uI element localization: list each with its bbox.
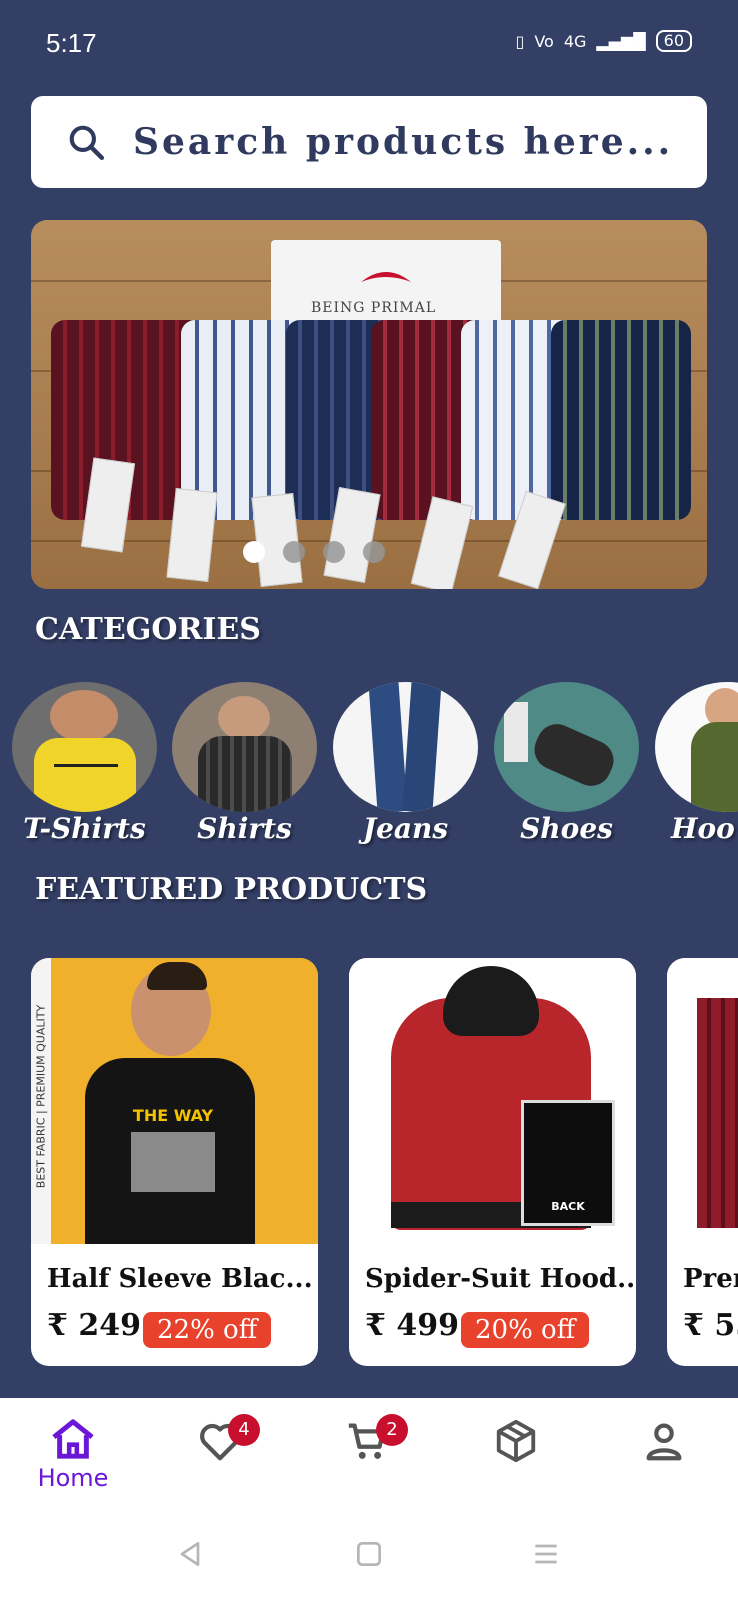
home-icon bbox=[52, 1419, 94, 1459]
category-label: T-Shirts bbox=[23, 812, 146, 845]
banner-shirt bbox=[551, 320, 691, 520]
category-image bbox=[12, 682, 157, 812]
back-icon[interactable] bbox=[174, 1538, 206, 1570]
search-input[interactable] bbox=[133, 121, 693, 163]
category-image bbox=[494, 682, 639, 812]
status-time: 5:17 bbox=[46, 28, 97, 58]
search-icon bbox=[69, 125, 105, 161]
vibrate-icon: ▯ bbox=[515, 31, 525, 51]
product-graphic-text: THE WAY bbox=[132, 1106, 214, 1125]
status-icons: ▯ Vo 4G ▂▄▆█ 60 bbox=[516, 30, 692, 52]
featured-products-list[interactable]: BEST FABRIC | PREMIUM QUALITY THE WAY Ha… bbox=[31, 958, 738, 1366]
nav-home[interactable]: Home bbox=[23, 1418, 123, 1492]
menu-icon[interactable] bbox=[530, 1538, 562, 1570]
category-image bbox=[333, 682, 478, 812]
categories-title: CATEGORIES bbox=[35, 612, 261, 647]
category-shoes[interactable]: Shoes bbox=[494, 682, 639, 845]
signal-icon: ▂▄▆█ bbox=[596, 31, 646, 51]
nav-wishlist[interactable]: 4 bbox=[170, 1414, 270, 1464]
carousel-dot-active[interactable] bbox=[243, 541, 265, 563]
product-card[interactable]: Pren ₹ 55 bbox=[667, 958, 738, 1366]
nav-profile[interactable] bbox=[614, 1418, 714, 1464]
nav-orders[interactable] bbox=[466, 1418, 566, 1464]
category-image bbox=[172, 682, 317, 812]
category-jeans[interactable]: Jeans bbox=[333, 682, 478, 845]
product-price: ₹ 55 bbox=[683, 1308, 738, 1343]
product-image: BACK bbox=[349, 958, 636, 1244]
category-label: Hoo bbox=[671, 812, 735, 845]
profile-icon bbox=[646, 1423, 682, 1461]
product-name: Pren bbox=[683, 1264, 738, 1294]
category-label: Shirts bbox=[197, 812, 292, 845]
category-label: Jeans bbox=[362, 812, 449, 845]
wishlist-count-badge: 4 bbox=[228, 1414, 260, 1446]
product-image bbox=[667, 958, 738, 1244]
product-side-text: BEST FABRIC | PREMIUM QUALITY bbox=[34, 1004, 48, 1189]
featured-products-title: FEATURED PRODUCTS bbox=[35, 872, 428, 907]
cart-count-badge: 2 bbox=[376, 1414, 408, 1446]
product-price: ₹ 499 bbox=[365, 1308, 459, 1343]
nav-cart[interactable]: 2 bbox=[318, 1414, 418, 1464]
price-tag bbox=[166, 488, 218, 582]
product-card[interactable]: BEST FABRIC | PREMIUM QUALITY THE WAY Ha… bbox=[31, 958, 318, 1366]
network-type: 4G bbox=[563, 31, 587, 51]
carousel-dot[interactable] bbox=[323, 541, 345, 563]
battery-level: 60 bbox=[655, 30, 692, 52]
product-graphic-text: BACK bbox=[551, 1200, 585, 1213]
category-label: Shoes bbox=[520, 812, 613, 845]
product-price: ₹ 249 bbox=[47, 1308, 141, 1343]
product-image: BEST FABRIC | PREMIUM QUALITY THE WAY bbox=[31, 958, 318, 1244]
discount-badge: 22% off bbox=[143, 1312, 272, 1348]
home-square-icon[interactable] bbox=[353, 1538, 385, 1570]
volte-icon: Vo bbox=[534, 31, 554, 51]
nav-home-label: Home bbox=[37, 1464, 109, 1492]
banner-carousel[interactable]: BEING PRIMAL bbox=[31, 220, 707, 589]
product-name: Spider-Suit Hood... bbox=[365, 1264, 636, 1294]
bottom-navigation: Home 4 2 bbox=[0, 1398, 738, 1518]
system-navigation-bar bbox=[0, 1518, 738, 1600]
discount-badge: 20% off bbox=[461, 1312, 590, 1348]
product-name: Half Sleeve Blac... bbox=[47, 1264, 313, 1294]
search-bar[interactable] bbox=[31, 96, 707, 188]
bag-brand-text: BEING PRIMAL bbox=[311, 300, 437, 316]
status-bar: 5:17 ▯ Vo 4G ▂▄▆█ 60 bbox=[0, 0, 738, 90]
carousel-dot[interactable] bbox=[363, 541, 385, 563]
category-shirts[interactable]: Shirts bbox=[172, 682, 317, 845]
category-tshirts[interactable]: T-Shirts bbox=[12, 682, 157, 845]
carousel-dot[interactable] bbox=[283, 541, 305, 563]
product-card[interactable]: BACK Spider-Suit Hood... ₹ 499 20% off bbox=[349, 958, 636, 1366]
category-image bbox=[655, 682, 738, 812]
carousel-dots bbox=[31, 541, 707, 563]
package-icon bbox=[496, 1419, 536, 1463]
categories-list[interactable]: T-Shirts Shirts Jeans Shoes Hoo bbox=[12, 682, 738, 852]
category-hoodies[interactable]: Hoo bbox=[655, 682, 738, 845]
